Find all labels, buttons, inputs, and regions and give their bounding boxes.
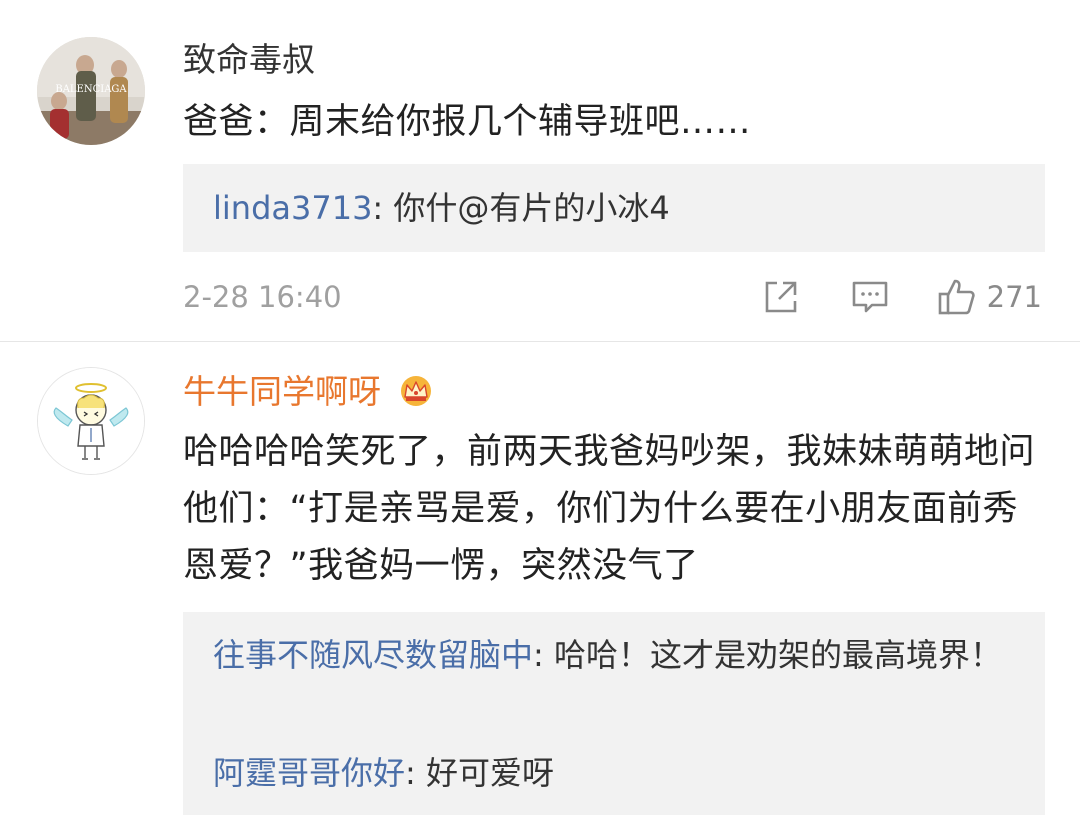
comment-text: 爸爸：周末给你报几个辅导班吧…… [183, 102, 752, 142]
avatar-photo: BALENCIAGA [37, 37, 145, 145]
crown-badge-icon [398, 375, 434, 407]
comment-icon[interactable] [850, 277, 890, 317]
avatar-angel-drawing [38, 368, 144, 474]
reply-box[interactable]: linda3713: 你什@有片的小冰4 [183, 164, 1045, 252]
like-icon[interactable] [937, 277, 977, 317]
reply-text: : 哈哈！这才是劝架的最高境界！ [533, 636, 1002, 674]
reply-item: linda3713: 你什@有片的小冰4 [213, 179, 1013, 237]
comment-meta-row: 2-28 16:40 271 [183, 277, 1045, 317]
comment-item: 牛牛同学啊呀 哈哈哈哈笑死了，前两天我爸妈吵架，我妹妹萌萌地问他们：“打是亲骂是… [0, 342, 1080, 815]
reply-username[interactable]: 往事不随风尽数留脑中 [213, 636, 533, 674]
reply-item: 往事不随风尽数留脑中: 哈哈！这才是劝架的最高境界！ [213, 627, 1013, 683]
reply-username[interactable]: 阿霆哥哥你好 [213, 754, 405, 792]
username[interactable]: 致命毒叔 [183, 40, 315, 80]
avatar[interactable] [37, 367, 145, 475]
comment-text: 哈哈哈哈笑死了，前两天我爸妈吵架，我妹妹萌萌地问他们：“打是亲骂是爱，你们为什么… [183, 432, 1036, 586]
reply-username[interactable]: linda3713 [213, 189, 372, 227]
like-count: 271 [986, 280, 1042, 314]
avatar-brand-text: BALENCIAGA [55, 84, 127, 95]
share-icon[interactable] [761, 277, 801, 317]
reply-item: 阿霆哥哥你好: 好可爱呀 [213, 744, 1013, 802]
reply-text: : 你什@有片的小冰4 [372, 189, 670, 227]
reply-box[interactable]: 往事不随风尽数留脑中: 哈哈！这才是劝架的最高境界！ 阿霆哥哥你好: 好可爱呀 [183, 612, 1045, 815]
comment-item: BALENCIAGA 致命毒叔 爸爸：周末给你报几个辅导班吧…… linda37… [0, 0, 1080, 340]
username-label: 牛牛同学啊呀 [183, 372, 381, 411]
timestamp: 2-28 16:40 [183, 280, 342, 314]
reply-text: : 好可爱呀 [405, 754, 554, 792]
username[interactable]: 牛牛同学啊呀 [183, 372, 434, 412]
avatar[interactable]: BALENCIAGA [37, 37, 145, 145]
